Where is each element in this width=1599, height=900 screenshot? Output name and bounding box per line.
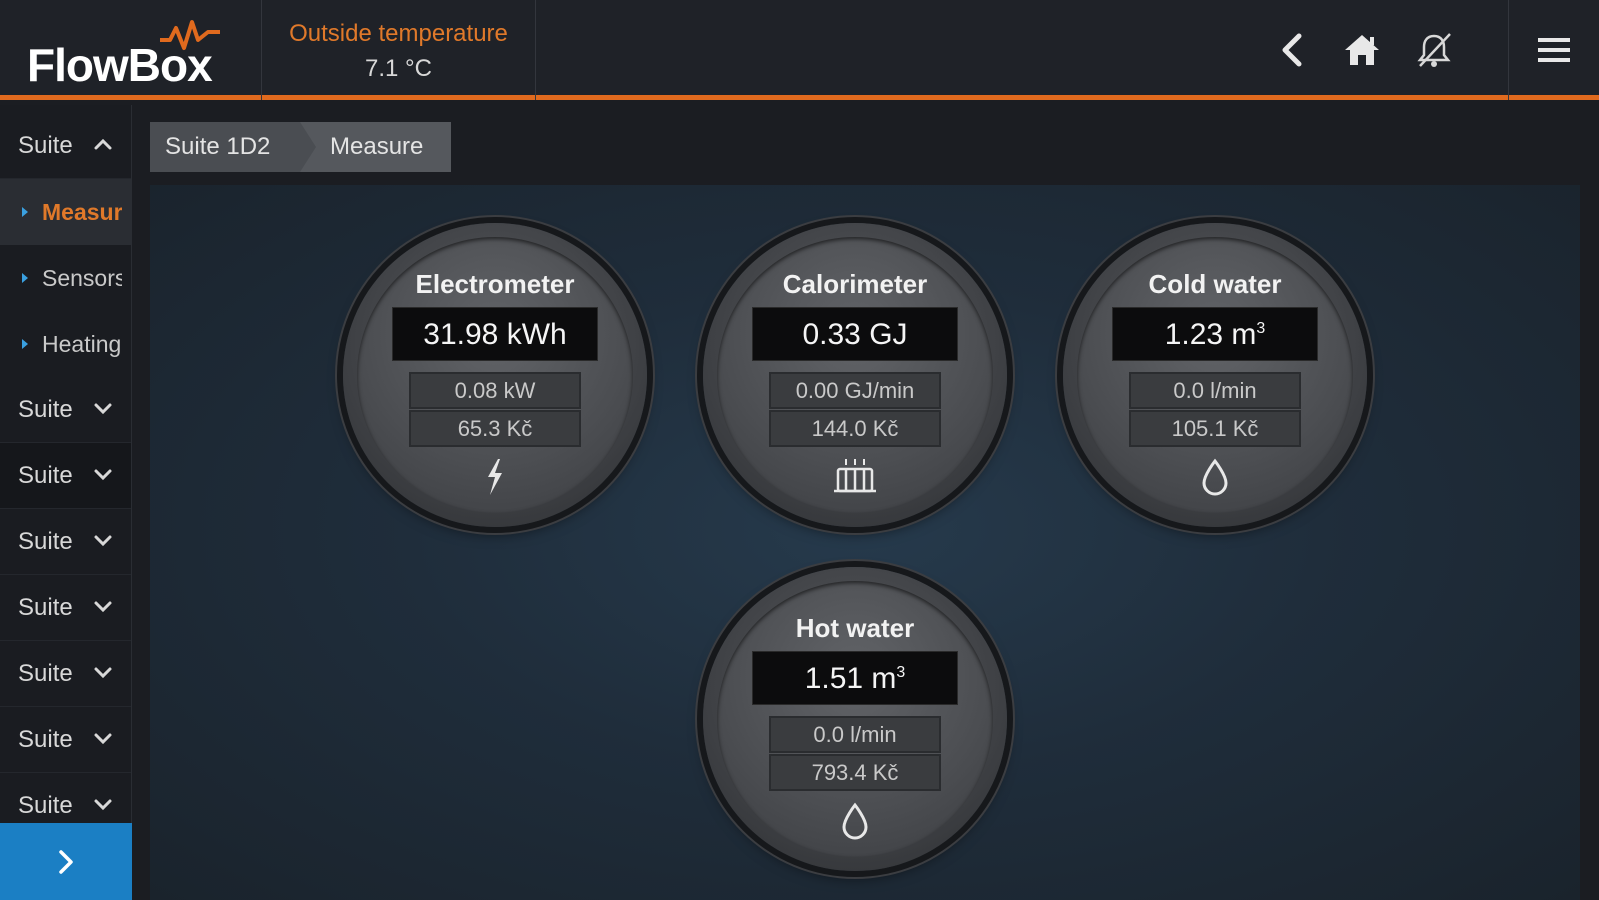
temperature-label: Outside temperature [289, 20, 508, 47]
meter-electrometer[interactable]: Electrometer 31.98 kWh 0.08 kW 65.3 Kč [343, 223, 647, 527]
meter-hot-water[interactable]: Hot water 1.51 m3 0.0 l/min 793.4 Kč [703, 567, 1007, 871]
meter-value-unit-exponent: 3 [896, 664, 906, 681]
lightning-icon [488, 459, 502, 495]
meter-title: Hot water [795, 613, 915, 643]
bell-off-icon[interactable] [1412, 28, 1456, 72]
chevron-down-icon [94, 403, 112, 415]
sidebar: Suite 1D2 Measure Sensors Heating Suite … [0, 105, 132, 900]
sidebar-item-suite[interactable]: Suite [0, 641, 131, 707]
expand-sidebar-button[interactable] [0, 823, 132, 900]
home-icon[interactable] [1340, 28, 1384, 72]
logo[interactable]: FlowBox [0, 0, 262, 100]
meter-value: 31.98 kWh [392, 307, 598, 361]
meter-value: 1.23 m3 [1112, 307, 1318, 361]
meter-rate: 0.08 kW [409, 372, 581, 409]
chevron-down-icon [94, 799, 112, 811]
sidebar-item-label: Suite [18, 527, 73, 555]
sidebar-subitem-label: Sensors [42, 264, 122, 291]
outside-temperature: Outside temperature 7.1 °C [262, 0, 536, 100]
sidebar-item-label: Suite [18, 791, 73, 819]
sidebar-item-label: Suite [18, 725, 73, 753]
sidebar-item-suite[interactable]: Suite [0, 575, 131, 641]
meter-title: Cold water [1148, 269, 1282, 299]
breadcrumb-item-suite[interactable]: Suite 1D2 [150, 122, 300, 172]
app-header: FlowBox Outside temperature 7.1 °C [0, 0, 1599, 100]
chevron-down-icon [94, 469, 112, 481]
meter-title: Electrometer [415, 269, 575, 299]
bullet-arrow-icon [22, 273, 28, 283]
chevron-down-icon [94, 535, 112, 547]
chevron-right-icon [59, 850, 73, 874]
sidebar-item-suite[interactable]: Suite [0, 377, 131, 443]
meter-value-number: 1.51 m [804, 662, 897, 695]
sidebar-subitem-sensors[interactable]: Sensors [0, 245, 131, 311]
meter-cold-water[interactable]: Cold water 1.23 m3 0.0 l/min 105.1 Kč [1063, 223, 1367, 527]
meter-rate: 0.00 GJ/min [769, 372, 941, 409]
back-icon[interactable] [1270, 28, 1314, 72]
meter-cost: 144.0 Kč [769, 410, 941, 447]
chevron-down-icon [94, 601, 112, 613]
water-drop-icon [1202, 458, 1228, 496]
temperature-value: 7.1 °C [365, 55, 432, 82]
sidebar-subitem-label: Measure [42, 198, 122, 225]
sidebar-item-label: Suite [18, 395, 73, 423]
sidebar-item-suite-1d2[interactable]: Suite 1D2 [0, 113, 131, 179]
sidebar-subitem-label: Heating [42, 330, 122, 357]
meter-cost: 793.4 Kč [769, 754, 941, 791]
breadcrumb-separator [300, 122, 316, 172]
chevron-down-icon [94, 667, 112, 679]
sidebar-subitem-measure[interactable]: Measure [0, 179, 131, 245]
meter-cost: 105.1 Kč [1129, 410, 1301, 447]
header-divider [1508, 0, 1509, 100]
sidebar-item-suite[interactable]: Suite [0, 707, 131, 773]
meter-title: Calorimeter [782, 269, 928, 299]
bullet-arrow-icon [22, 207, 28, 217]
bullet-arrow-icon [22, 339, 28, 349]
meter-value-number: 1.23 m [1164, 318, 1257, 351]
meter-cost: 65.3 Kč [409, 410, 581, 447]
meters-panel: Electrometer 31.98 kWh 0.08 kW 65.3 Kč C… [150, 185, 1580, 900]
logo-text: FlowBox [27, 39, 213, 91]
meter-value: 0.33 GJ [752, 307, 958, 361]
sidebar-item-suite[interactable]: Suite [0, 509, 131, 575]
chevron-up-icon [94, 138, 112, 150]
radiator-icon [834, 459, 876, 493]
sidebar-item-label: Suite [18, 659, 73, 687]
menu-icon[interactable] [1532, 28, 1576, 72]
meter-rate: 0.0 l/min [1129, 372, 1301, 409]
sidebar-item-label: Suite 1D2 [18, 131, 73, 159]
meter-value: 1.51 m3 [752, 651, 958, 705]
sidebar-subitem-heating[interactable]: Heating [0, 311, 131, 377]
breadcrumb-item-measure[interactable]: Measure [300, 122, 451, 172]
sidebar-item-suite[interactable]: Suite [0, 443, 131, 509]
meter-value-unit-exponent: 3 [1256, 320, 1266, 337]
chevron-down-icon [94, 733, 112, 745]
water-drop-icon [842, 802, 868, 840]
sidebar-item-label: Suite [18, 461, 73, 489]
meter-rate: 0.0 l/min [769, 716, 941, 753]
meter-calorimeter[interactable]: Calorimeter 0.33 GJ 0.00 GJ/min 144.0 Kč [703, 223, 1007, 527]
sidebar-item-label: Suite [18, 593, 73, 621]
